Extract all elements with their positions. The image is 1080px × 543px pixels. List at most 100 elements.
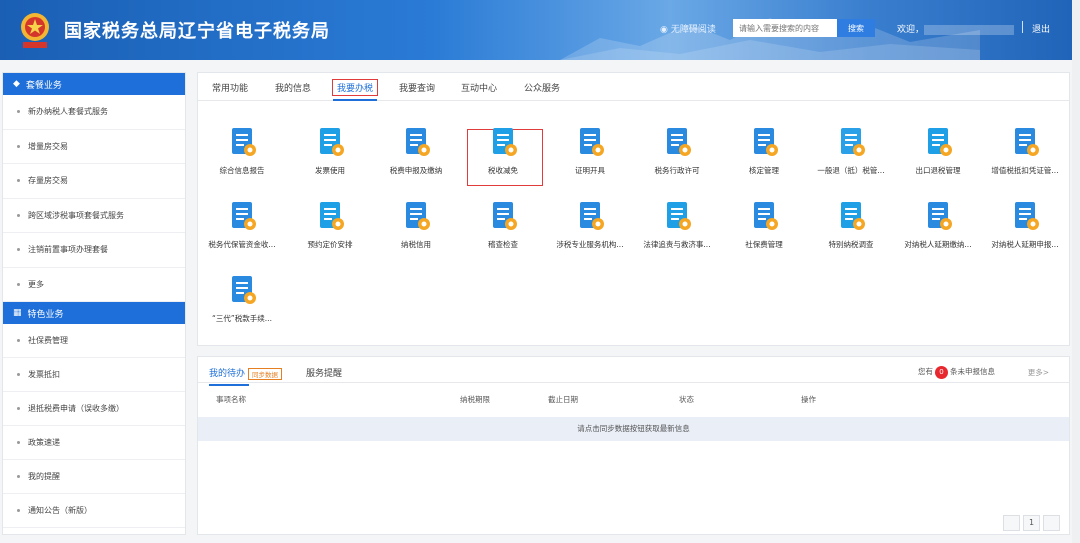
tab-service-reminder[interactable]: 服务提醒	[306, 366, 342, 379]
bullet-icon	[17, 144, 20, 148]
legal-icon	[660, 199, 694, 233]
service-inspection[interactable]: 稽查检查	[459, 199, 547, 259]
bullet-icon	[17, 213, 20, 217]
vat-voucher-icon	[1008, 125, 1042, 159]
masked-username	[924, 24, 1015, 35]
service-legal[interactable]: 法律追责与救济事...	[633, 199, 721, 259]
tab-public-service[interactable]: 公众服务	[524, 81, 560, 94]
service-special-survey[interactable]: 特别纳税调查	[807, 199, 895, 259]
service-label: 税务代保管资金收...	[208, 240, 276, 249]
tab-interaction[interactable]: 互动中心	[461, 81, 497, 94]
sidebar-item-new-taxpayer[interactable]: 新办纳税人套餐式服务	[3, 95, 185, 130]
custody-fund-icon	[225, 199, 259, 233]
service-label: 对纳税人延期缴纳...	[904, 240, 972, 249]
bullet-icon	[17, 509, 20, 512]
todo-table-header: 事项名称 纳税期限 截止日期 状态 操作	[198, 390, 1069, 408]
agency-icon	[573, 199, 607, 233]
service-label: 涉税专业服务机构...	[556, 240, 624, 249]
bullet-icon	[17, 475, 20, 478]
pager-next-button[interactable]	[1043, 515, 1060, 531]
tab-my-todo[interactable]: 我的待办 同步数据	[209, 366, 283, 385]
service-invoice[interactable]: 发票使用	[286, 125, 374, 185]
bullet-icon	[17, 248, 20, 252]
service-vat-voucher[interactable]: 增值税抵扣凭证管...	[981, 125, 1069, 185]
sidebar-section-package[interactable]: ◆ 套餐业务	[3, 73, 185, 95]
sidebar-item-invoice-deduction[interactable]: 发票抵扣	[3, 358, 185, 392]
export-refund-icon	[921, 125, 955, 159]
service-social-security[interactable]: 社保费管理	[720, 199, 808, 259]
sidebar: ◆ 套餐业务 新办纳税人套餐式服务 增量房交易 存量房交易 跨区域涉税事项套餐式…	[2, 72, 186, 535]
empty-message-row: 请点击同步数据按钮获取最新信息	[198, 417, 1069, 441]
sidebar-item-reminders[interactable]: 我的提醒	[3, 460, 185, 494]
col-status: 状态	[679, 395, 694, 404]
tab-common[interactable]: 常用功能	[212, 81, 248, 94]
service-label: 稽查检查	[488, 240, 518, 249]
service-refund[interactable]: 一般退（抵）税管...	[807, 125, 895, 185]
service-export-refund[interactable]: 出口退税管理	[894, 125, 982, 185]
more-link[interactable]: 更多>	[1028, 367, 1049, 378]
accessibility-link[interactable]: ◉ 无障碍阅读	[660, 22, 716, 35]
service-deferral-pay[interactable]: 对纳税人延期缴纳...	[894, 199, 982, 259]
tab-my-info[interactable]: 我的信息	[275, 81, 311, 94]
service-label: 一般退（抵）税管...	[817, 166, 885, 175]
sidebar-section-featured[interactable]: ▦ 特色业务	[3, 302, 185, 324]
service-report[interactable]: 综合信息报告	[198, 125, 286, 185]
service-tax-reduction[interactable]: 税收减免	[459, 125, 547, 185]
service-label: 出口退税管理	[915, 166, 961, 175]
page-scrollbar[interactable]	[1072, 0, 1080, 543]
todo-panel: 我的待办 同步数据 服务提醒 您有 0 条未申报信息 更多> 事项名称 纳税期限 截止…	[197, 356, 1070, 535]
tab-do-tax[interactable]: 我要办税	[332, 79, 379, 101]
service-certificate[interactable]: 证明开具	[546, 125, 634, 185]
service-license[interactable]: 税务行政许可	[633, 125, 721, 185]
certificate-icon	[573, 125, 607, 159]
col-item-name: 事项名称	[216, 395, 246, 404]
sidebar-item-cross-region[interactable]: 跨区域涉税事项套餐式服务	[3, 199, 185, 233]
logout-link[interactable]: 退出	[1032, 22, 1050, 35]
sync-data-button[interactable]: 同步数据	[248, 367, 283, 380]
refund-icon	[834, 125, 868, 159]
sidebar-item-refund[interactable]: 退抵税费申请（误收多缴）	[3, 392, 185, 426]
sidebar-item-notices[interactable]: 通知公告（新版）	[3, 494, 185, 528]
bullet-icon	[17, 179, 20, 183]
welcome-text: 欢迎，	[897, 22, 1015, 35]
service-label: 预约定价安排	[307, 240, 353, 249]
bullet-icon	[17, 373, 20, 376]
service-label: 税费申报及缴纳	[389, 166, 443, 175]
service-label: 法律追责与救济事...	[643, 240, 711, 249]
top-header: 国家税务总局辽宁省电子税务局 ◉无障碍阅读 搜索 欢迎， 退出	[0, 0, 1080, 60]
service-agency[interactable]: 涉税专业服务机构...	[546, 199, 634, 259]
service-tax-declare[interactable]: 税费申报及缴纳	[372, 125, 460, 185]
service-label: 特别纳税调查	[828, 240, 874, 249]
header-separator	[1022, 21, 1023, 33]
tax-reduction-icon	[486, 125, 520, 159]
grid-icon: ▦	[13, 308, 22, 318]
pager-prev-button[interactable]	[1003, 515, 1020, 531]
service-custody-fund[interactable]: 税务代保管资金收...	[198, 199, 286, 259]
invoice-icon	[313, 125, 347, 159]
pager-page-1[interactable]: 1	[1023, 515, 1040, 531]
service-deferral-declare[interactable]: 对纳税人延期申报...	[981, 199, 1069, 259]
todo-tabs: 我的待办 同步数据 服务提醒 您有 0 条未申报信息 更多>	[198, 357, 1069, 385]
tab-query[interactable]: 我要查询	[399, 81, 435, 94]
service-label: 发票使用	[315, 166, 345, 175]
search-input[interactable]	[733, 19, 837, 37]
col-action: 操作	[801, 395, 816, 404]
sidebar-item-policy[interactable]: 政策速递	[3, 426, 185, 460]
sidebar-item-existing-house[interactable]: 存量房交易	[3, 164, 185, 199]
sidebar-item-new-house[interactable]: 增量房交易	[3, 130, 185, 164]
main-tabs: 常用功能 我的信息 我要办税 我要查询 互动中心 公众服务	[198, 73, 1069, 101]
service-label: 增值税抵扣凭证管...	[991, 166, 1059, 175]
service-label: 证明开具	[575, 166, 605, 175]
commission-icon	[225, 273, 259, 307]
tax-emblem-logo	[21, 13, 49, 48]
license-icon	[660, 125, 694, 159]
service-approval[interactable]: 核定管理	[720, 125, 808, 185]
pricing-icon	[313, 199, 347, 233]
service-credit[interactable]: 纳税信用	[372, 199, 460, 259]
sidebar-item-social-security[interactable]: 社保费管理	[3, 324, 185, 358]
service-pricing[interactable]: 预约定价安排	[286, 199, 374, 259]
service-commission[interactable]: “三代”税款手续...	[198, 273, 286, 333]
sidebar-item-more[interactable]: 更多	[3, 268, 185, 302]
sidebar-item-deregistration[interactable]: 注销前置事项办理套餐	[3, 233, 185, 268]
search-button[interactable]: 搜索	[837, 19, 875, 37]
